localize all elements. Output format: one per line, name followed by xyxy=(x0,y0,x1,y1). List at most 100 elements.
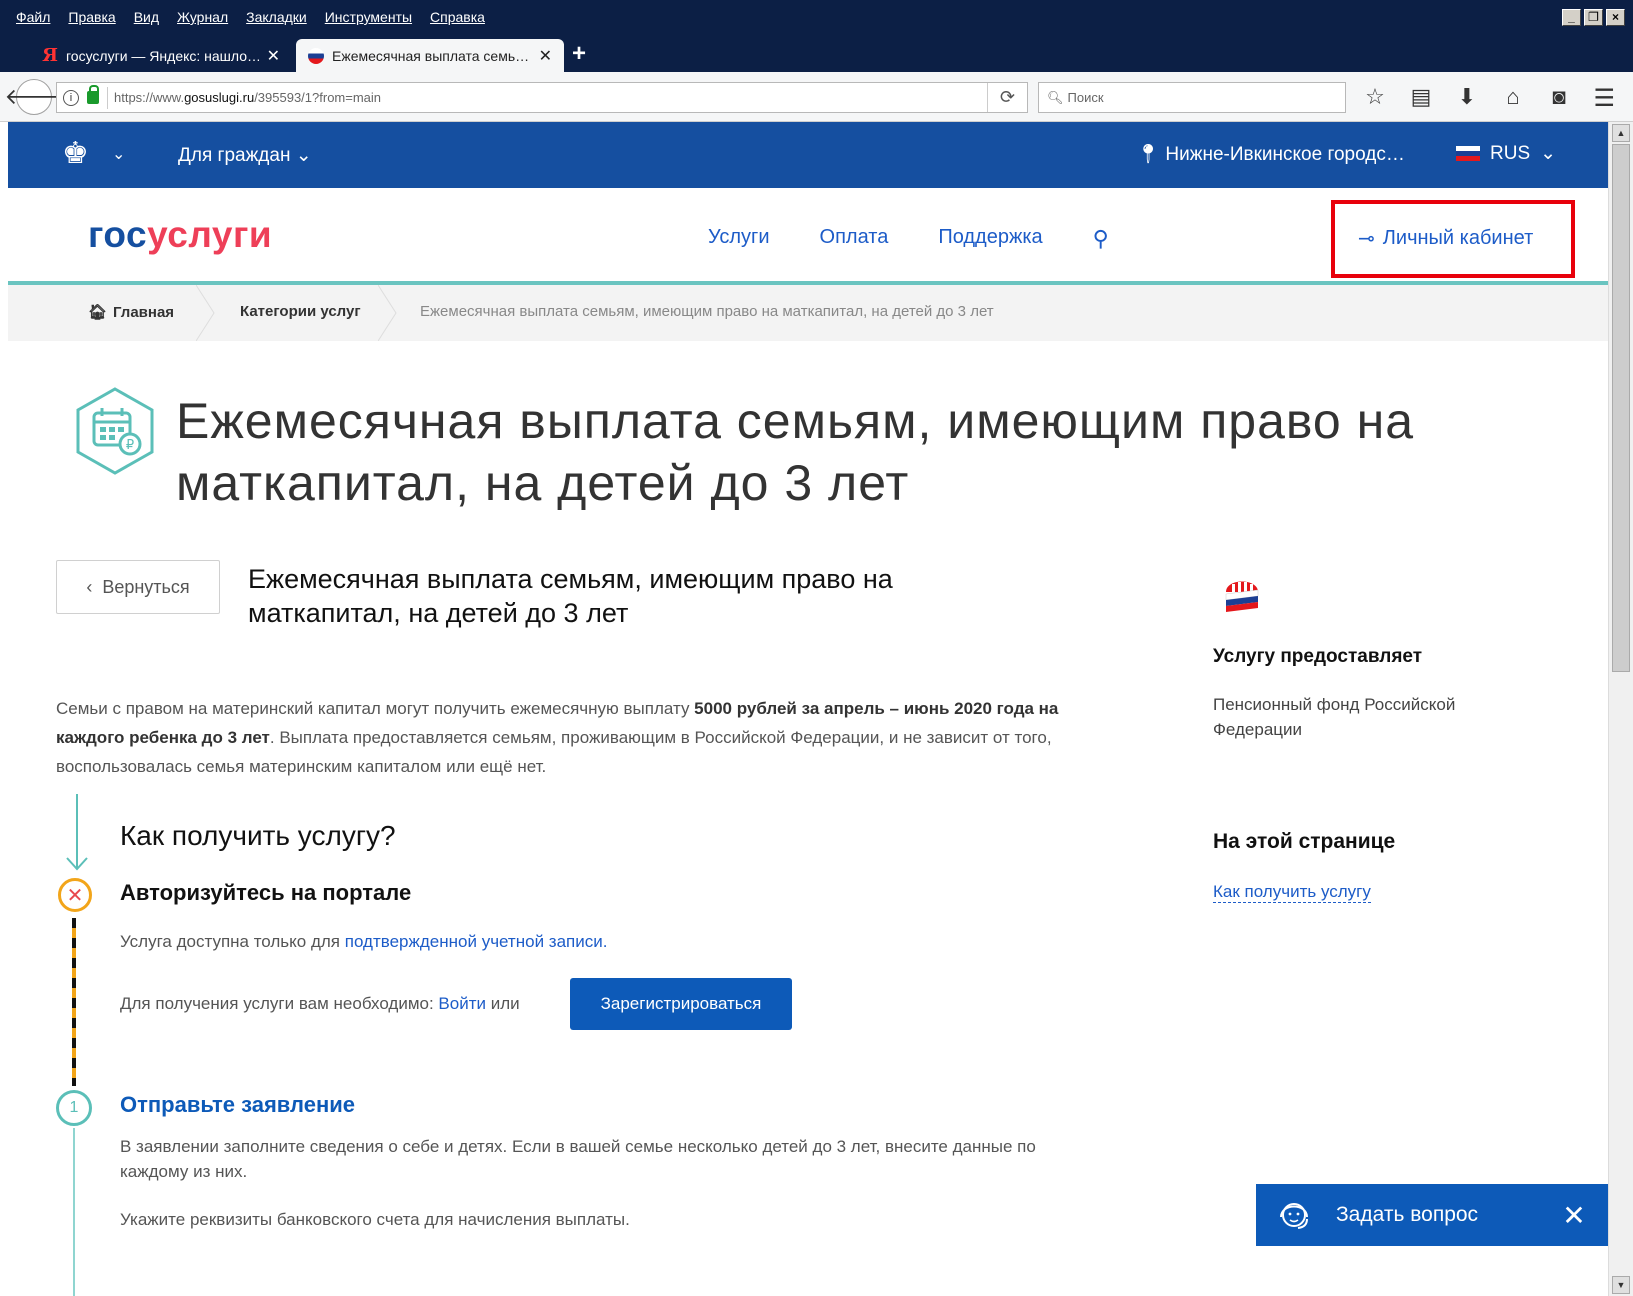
russian-flag-icon xyxy=(308,47,324,64)
new-tab-icon[interactable]: + xyxy=(572,40,586,68)
tab-close-icon[interactable]: ✕ xyxy=(539,46,552,66)
menu-history[interactable]: Журнал xyxy=(177,9,228,25)
step-text: Услуга доступна только для xyxy=(120,932,345,951)
on-this-page-label: На этой странице xyxy=(1213,830,1396,853)
support-agent-icon xyxy=(1280,1203,1308,1229)
language-selector[interactable]: RUS ⌄ xyxy=(1456,142,1556,165)
menu-help[interactable]: Справка xyxy=(430,9,485,25)
pocket-icon[interactable]: ◙ xyxy=(1546,84,1572,110)
nav-support[interactable]: Поддержка xyxy=(938,226,1042,252)
calendar-ruble-icon: ₽ xyxy=(76,387,154,475)
logo-part-gos: гос xyxy=(88,214,148,255)
reading-list-icon[interactable]: ▤ xyxy=(1408,84,1434,110)
menu-edit[interactable]: Правка xyxy=(68,9,115,25)
tab-yandex[interactable]: Я госуслуги — Яндекс: нашло… ✕ xyxy=(30,39,292,72)
reload-icon[interactable]: ⟳ xyxy=(987,83,1027,112)
page-scrollbar[interactable]: ▲ ▼ xyxy=(1608,122,1633,1296)
provider-label: Услугу предоставляет xyxy=(1213,646,1423,667)
gosuslugi-logo[interactable]: госуслуги xyxy=(88,214,272,256)
chevron-down-icon: ⌄ xyxy=(1540,143,1557,164)
service-subtitle: Ежемесячная выплата семьям, имеющим прав… xyxy=(248,564,893,628)
minimize-button[interactable]: _ xyxy=(1562,9,1581,26)
menu-bookmarks[interactable]: Закладки xyxy=(246,9,307,25)
chevron-left-icon: ‹ xyxy=(86,576,93,597)
breadcrumb-separator xyxy=(196,285,216,341)
home-icon[interactable]: ⌂ xyxy=(1500,84,1526,110)
site-header: госуслуги Услуги Оплата Поддержка ⚲ ⊸ Ли… xyxy=(8,188,1608,285)
main-nav: Услуги Оплата Поддержка ⚲ xyxy=(708,226,1109,252)
url-text[interactable]: https://www.gosuslugi.ru/395593/1?from=m… xyxy=(114,90,987,105)
menu-tools[interactable]: Инструменты xyxy=(325,9,412,25)
how-to-anchor-link[interactable]: Как получить услугу xyxy=(1213,882,1371,903)
divider xyxy=(107,86,108,109)
register-button[interactable]: Зарегистрироваться xyxy=(570,978,792,1030)
address-bar[interactable]: i https://www.gosuslugi.ru/395593/1?from… xyxy=(56,82,1028,113)
yandex-icon: Я xyxy=(42,45,58,66)
breadcrumb-current: Ежемесячная выплата семьям, имеющим прав… xyxy=(420,303,994,320)
cabinet-label: Личный кабинет xyxy=(1382,227,1534,249)
breadcrumb-home[interactable]: 🏠︎ Главная xyxy=(88,303,175,322)
breadcrumb: 🏠︎ Главная Категории услуг Ежемесячная вы… xyxy=(8,285,1608,341)
ask-question-label: Задать вопрос xyxy=(1336,1203,1479,1226)
page-viewport: ♚ ⌄ Для граждан ⌄ 📍︎ Нижне-Ивкинское гор… xyxy=(8,122,1608,1296)
step-text-auth: Услуга доступна только для подтвержденно… xyxy=(120,932,607,952)
provider-name: Пенсионный фонд Российской Федерации xyxy=(1213,695,1456,739)
nav-services[interactable]: Услуги xyxy=(708,226,770,252)
breadcrumb-categories[interactable]: Категории услуг xyxy=(240,303,361,320)
language-label: RUS xyxy=(1490,142,1531,164)
step-progress-line xyxy=(72,918,76,1086)
menu-file[interactable]: Файл xyxy=(16,9,50,25)
scroll-down-arrow-icon[interactable]: ▼ xyxy=(1612,1276,1630,1294)
svg-text:₽: ₽ xyxy=(126,438,134,453)
menu-view[interactable]: Вид xyxy=(134,9,159,25)
search-icon: 🔍︎ xyxy=(1047,89,1064,105)
bookmark-star-icon[interactable]: ☆ xyxy=(1362,84,1388,110)
breadcrumb-home-label: Главная xyxy=(113,303,175,321)
info-icon[interactable]: i xyxy=(63,89,79,106)
verified-account-link[interactable]: подтвержденной учетной записи. xyxy=(345,932,608,951)
step-error-icon: ✕ xyxy=(58,878,92,912)
tab-title: Ежемесячная выплата семь… xyxy=(332,47,530,64)
step-text: Для получения услуги вам необходимо: xyxy=(120,994,439,1013)
logo-part-uslugi: услуги xyxy=(147,214,273,255)
close-icon[interactable]: ✕ xyxy=(1554,1199,1594,1232)
breadcrumb-separator xyxy=(378,285,398,341)
key-icon: ⊸ xyxy=(1358,228,1375,250)
scroll-thumb[interactable] xyxy=(1612,144,1630,672)
location-label: Нижне-Ивкинское городс… xyxy=(1165,144,1405,165)
personal-cabinet-link[interactable]: ⊸ Личный кабинет xyxy=(1358,226,1533,251)
ask-question-widget[interactable]: Задать вопрос ✕ xyxy=(1256,1184,1608,1246)
tab-gosuslugi[interactable]: Ежемесячная выплата семь… ✕ xyxy=(296,39,564,72)
step-text-bank: Укажите реквизиты банковского счета для … xyxy=(120,1210,630,1229)
russian-flag-icon xyxy=(1456,146,1480,161)
back-label: Вернуться xyxy=(102,576,190,597)
step-title-apply[interactable]: Отправьте заявление xyxy=(120,1092,355,1118)
hamburger-menu-icon[interactable]: ☰ xyxy=(1593,84,1615,113)
menu-items: Файл Правка Вид Журнал Закладки Инструме… xyxy=(16,9,485,25)
tab-close-icon[interactable]: ✕ xyxy=(267,46,280,66)
step-text-need: Для получения услуги вам необходимо: Вой… xyxy=(120,994,520,1014)
location-pin-icon: 📍︎ xyxy=(1136,144,1161,165)
location-selector[interactable]: 📍︎ Нижне-Ивкинское городс… xyxy=(1136,142,1405,166)
browser-search-input[interactable]: 🔍︎ Поиск xyxy=(1038,82,1346,113)
step-title-auth: Авторизуйтесь на портале xyxy=(120,880,412,905)
login-link[interactable]: Войти xyxy=(438,994,486,1013)
audience-label: Для граждан xyxy=(178,145,291,166)
chevron-down-icon[interactable]: ⌄ xyxy=(112,144,125,164)
browser-back-button[interactable]: 🡐 xyxy=(5,79,64,115)
intro-text: Семьи с правом на материнский капитал мо… xyxy=(56,694,1116,781)
toolbar-icons: ☆ ▤ ⬇ ⌂ ◙ xyxy=(1362,84,1572,110)
pension-fund-logo xyxy=(1225,581,1259,612)
search-icon[interactable]: ⚲ xyxy=(1093,226,1109,252)
how-to-heading: Как получить услугу? xyxy=(120,820,396,851)
site-topbar: ♚ ⌄ Для граждан ⌄ 📍︎ Нижне-Ивкинское гор… xyxy=(8,122,1608,188)
audience-selector[interactable]: Для граждан ⌄ xyxy=(178,144,312,167)
back-button[interactable]: ‹ Вернуться xyxy=(56,560,220,614)
coat-of-arms-icon[interactable]: ♚ xyxy=(62,136,89,171)
close-window-button[interactable]: × xyxy=(1606,9,1625,26)
scroll-up-arrow-icon[interactable]: ▲ xyxy=(1612,124,1630,142)
nav-payment[interactable]: Оплата xyxy=(820,226,889,252)
download-icon[interactable]: ⬇ xyxy=(1454,84,1480,110)
url-path: /395593/1?from=main xyxy=(254,90,382,105)
restore-button[interactable]: ❐ xyxy=(1584,9,1603,26)
